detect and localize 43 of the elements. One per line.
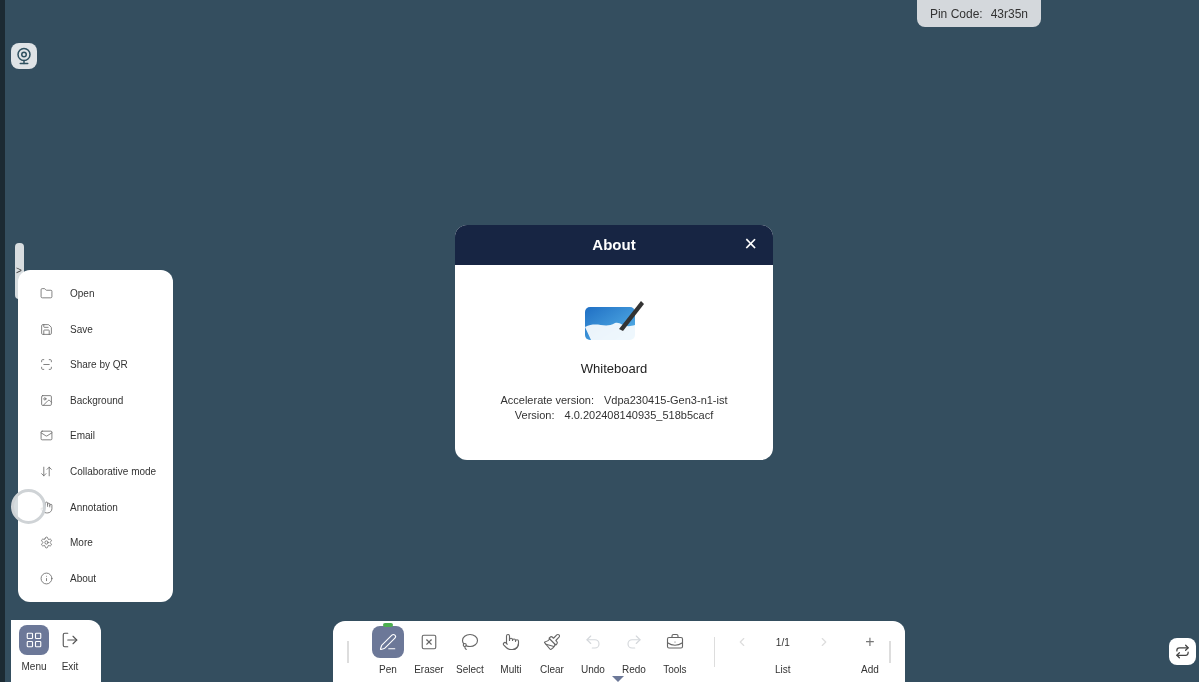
grid-icon: [25, 631, 43, 649]
tool-button[interactable]: Clear: [532, 626, 571, 677]
save-icon: [40, 322, 53, 336]
tool-button[interactable]: Multi: [491, 626, 530, 677]
list-button[interactable]: List: [775, 662, 791, 677]
info-icon: [40, 571, 53, 585]
page-indicator: 1/1: [775, 635, 790, 650]
exit-icon: [61, 631, 79, 649]
active-marker: [382, 623, 393, 627]
collapse-toolbar-icon[interactable]: [612, 676, 624, 682]
app-name: Whiteboard: [580, 360, 648, 378]
menu-item[interactable]: More: [18, 527, 173, 558]
dock-button[interactable]: Exit: [55, 625, 85, 674]
menu-item[interactable]: Share by QR: [18, 349, 173, 380]
settings-icon: [40, 536, 53, 550]
menu-item[interactable]: Background: [18, 385, 173, 416]
scan-icon: [40, 358, 53, 372]
repeat-icon: [1175, 644, 1190, 659]
menu-item[interactable]: About: [18, 563, 173, 594]
menu-item[interactable]: Save: [18, 314, 173, 345]
folder-icon: [40, 287, 53, 301]
switch-button[interactable]: [1169, 638, 1196, 665]
pin-code-label: Pin Code:: [929, 5, 983, 23]
whiteboard-logo-icon: [583, 299, 645, 341]
tool-button[interactable]: Select: [450, 626, 489, 677]
menu-item[interactable]: Email: [18, 420, 173, 451]
tool-button[interactable]: Tools: [655, 626, 694, 677]
tool-button[interactable]: Eraser: [409, 626, 448, 677]
camera-button[interactable]: [11, 43, 37, 69]
mail-icon: [40, 429, 53, 443]
image-icon: [40, 393, 53, 407]
arrows-icon: [40, 465, 53, 478]
tool-button[interactable]: Pen: [368, 626, 407, 677]
detail-value: Vdpa230415-Gen3-n1-ist: [604, 392, 728, 408]
close-button[interactable]: ×: [744, 233, 757, 255]
detail-label: Accelerate version:: [500, 392, 594, 408]
dialog-title: About: [592, 234, 636, 255]
menu-item[interactable]: Collaborative mode: [18, 456, 173, 487]
add-page-button[interactable]: + Add: [850, 626, 890, 677]
webcam-icon: [15, 47, 33, 65]
pin-code-value: 43r35n: [990, 5, 1029, 23]
detail-value: 4.0.202408140935_518b5cacf: [564, 407, 714, 423]
detail-label: Version:: [514, 407, 555, 423]
